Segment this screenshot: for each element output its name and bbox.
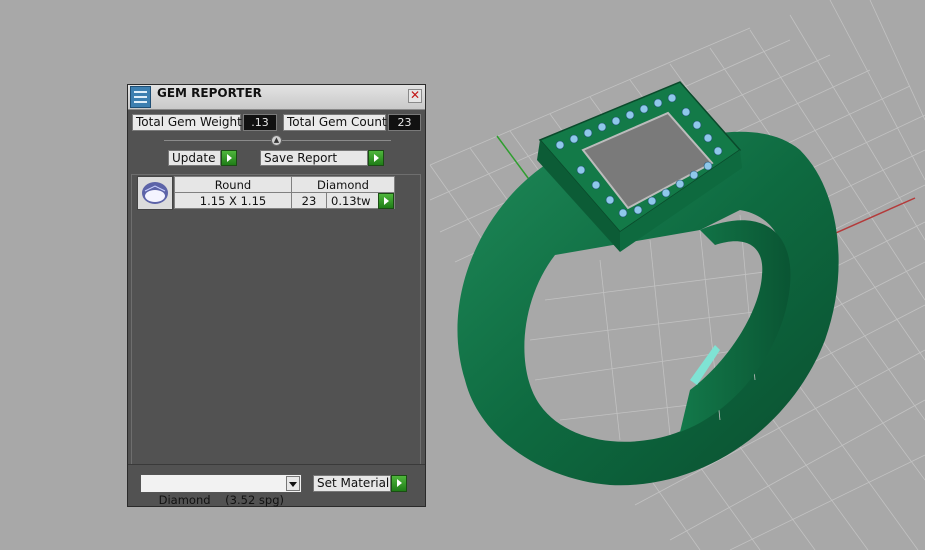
table-row[interactable]: Round Diamond [174,176,395,193]
material-select[interactable]: Diamond (3.52 spg) [140,474,302,507]
gem-weight-text: 0.13tw [331,193,371,208]
total-gem-count-value: 23 [388,114,421,131]
panel-titlebar[interactable]: GEM REPORTER ✕ [128,85,425,110]
gem-material-cell: Diamond [291,176,395,193]
panel-title: GEM REPORTER [157,86,262,100]
set-material-button[interactable]: Set Material [313,475,391,492]
save-report-go-icon[interactable] [368,150,384,166]
close-icon[interactable]: ✕ [408,89,422,103]
gem-reporter-app-icon [130,86,151,108]
total-gem-count-label: Total Gem Count [283,114,387,131]
chevron-down-icon[interactable] [286,476,300,491]
total-gem-weight-label: Total Gem Weight [132,114,242,131]
set-material-go-icon[interactable] [391,475,407,492]
material-select-value: Diamond (3.52 spg) [158,493,284,507]
total-gem-weight-value: .13 [243,114,277,131]
gem-list[interactable] [131,174,421,465]
save-report-button[interactable]: Save Report [260,150,368,166]
gem-reporter-panel: GEM REPORTER ✕ Total Gem Weight .13 Tota… [127,84,426,507]
splitter-handle[interactable]: ▲ [271,135,282,146]
update-button[interactable]: Update [168,150,221,166]
update-go-icon[interactable] [221,150,237,166]
table-row[interactable]: 1.15 X 1.15 23 0.13tw [174,192,395,209]
gem-table: Round Diamond 1.15 X 1.15 23 0.13tw [174,176,395,209]
gem-shape-cell: Round [174,176,292,193]
panel-divider [128,464,425,465]
gem-row-go-icon[interactable] [378,193,394,209]
round-diamond-icon [137,176,173,210]
gem-count-cell: 23 [291,192,327,209]
gem-size-cell: 1.15 X 1.15 [174,192,292,209]
